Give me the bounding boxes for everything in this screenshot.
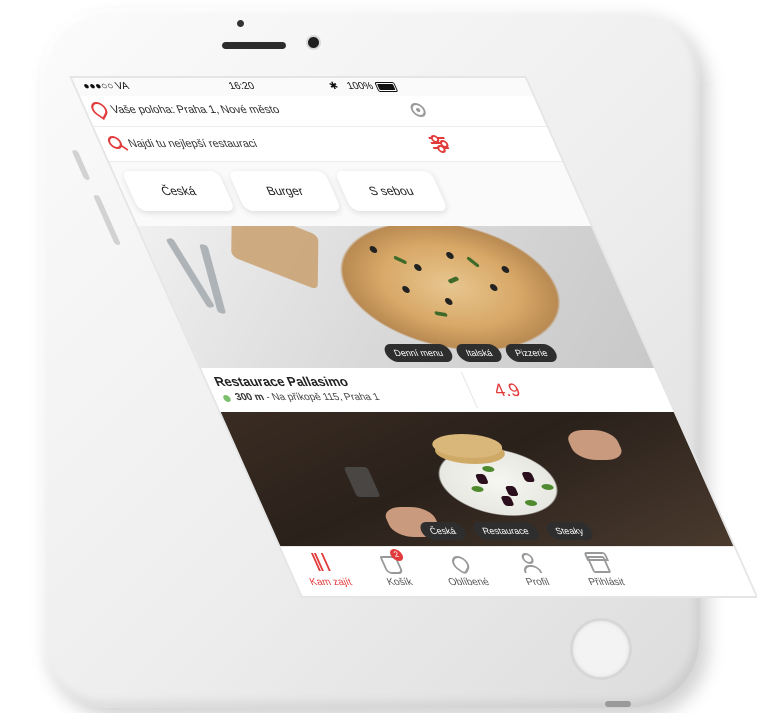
restaurant-info[interactable]: Restaurace Pallasimo 300 m - Na příkopě … — [201, 368, 675, 413]
heart-icon — [449, 552, 472, 576]
cutlery-icon — [309, 553, 333, 571]
olive — [412, 264, 423, 271]
battery-icon — [374, 82, 399, 92]
beet — [500, 496, 515, 506]
restaurant-rating: 4.9 — [490, 380, 524, 400]
tab-label: Oblíbené — [446, 577, 492, 588]
leaf — [481, 466, 496, 472]
person-icon — [516, 553, 540, 571]
tag-chip[interactable]: Italská — [453, 344, 505, 362]
restaurant-distance: 300 m — [233, 392, 267, 403]
herb — [466, 256, 480, 268]
restaurant-name[interactable]: Restaurace Pallasimo — [212, 374, 351, 389]
beet — [521, 472, 536, 482]
search-icon — [105, 136, 125, 149]
location-pin-icon — [88, 98, 110, 121]
category-chip[interactable]: Burger — [227, 171, 342, 211]
leaf — [523, 500, 539, 506]
tag-chip[interactable]: Restaurace — [470, 522, 542, 540]
tab-label: Přihlásit — [586, 577, 627, 588]
carrier-signal: ●●●○○ VA — [81, 81, 132, 92]
category-chip[interactable]: S sebou — [334, 171, 449, 211]
tab-label: Profil — [524, 577, 552, 588]
olive — [444, 252, 455, 259]
tag-chip[interactable]: Denní menu — [381, 344, 456, 362]
store-icon — [586, 556, 612, 573]
beet — [504, 486, 520, 496]
olive — [443, 298, 454, 305]
status-time: 16:20 — [226, 81, 257, 92]
front-camera — [308, 37, 319, 48]
open-status-dot — [221, 395, 232, 402]
restaurant-tags: Denní menu Italská Pizzerie — [381, 344, 560, 362]
glass-image — [343, 467, 381, 497]
lightning-port — [605, 701, 631, 707]
herb — [434, 310, 448, 318]
restaurant-tags: Česká Restaurace Steaky — [417, 522, 596, 540]
herb — [447, 276, 460, 284]
restaurant-street: - Na příkopě 115, Praha 1 — [264, 392, 382, 403]
category-chips: Česká Burger S sebou — [113, 171, 586, 215]
tag-chip[interactable]: Pizzerie — [502, 344, 560, 362]
sensor-dot — [237, 20, 244, 27]
bread-image — [427, 434, 508, 458]
beet — [474, 474, 490, 484]
locate-me-icon[interactable] — [408, 103, 429, 117]
battery-percent: 100% — [345, 81, 376, 92]
olive — [400, 286, 411, 293]
olive — [488, 284, 499, 291]
search-input[interactable]: Najdi tu nejlepší restauraci — [126, 138, 259, 150]
category-chip[interactable]: Česká — [121, 171, 236, 211]
filter-icon[interactable] — [428, 135, 450, 153]
herb — [393, 255, 407, 265]
bottom-tab-bar: Kam zajít 2 Košík Oblíbené Profil Přihlá… — [280, 546, 756, 596]
restaurant-photo-pizza[interactable]: Denní menu Italská Pizzerie — [137, 226, 655, 368]
location-bar[interactable]: Vaše poloha: Praha 1, Nové město — [80, 96, 547, 127]
pizza-slice-image — [231, 226, 319, 291]
earpiece-speaker — [222, 42, 286, 49]
tag-chip[interactable]: Steaky — [542, 522, 596, 540]
tab-label: Kam zajít — [307, 577, 354, 588]
divider — [460, 372, 478, 408]
search-bar[interactable]: Najdi tu nejlepší restauraci — [93, 127, 563, 162]
hand-image — [563, 430, 627, 460]
bluetooth-icon: ✱ — [327, 81, 341, 92]
olive — [368, 246, 379, 253]
olive — [500, 266, 511, 273]
tab-label: Košík — [385, 577, 415, 588]
home-button[interactable] — [570, 618, 632, 680]
status-bar: ●●●○○ VA 16:20 ✱ 100% — [72, 78, 533, 96]
restaurant-address: 300 m - Na příkopě 115, Praha 1 — [233, 392, 381, 403]
restaurant-photo-salad[interactable]: Česká Restaurace Steaky — [220, 412, 734, 546]
tag-chip[interactable]: Česká — [417, 522, 469, 540]
location-text: Vaše poloha: Praha 1, Nové město — [109, 104, 282, 116]
leaf — [540, 484, 555, 490]
leaf — [470, 486, 485, 492]
